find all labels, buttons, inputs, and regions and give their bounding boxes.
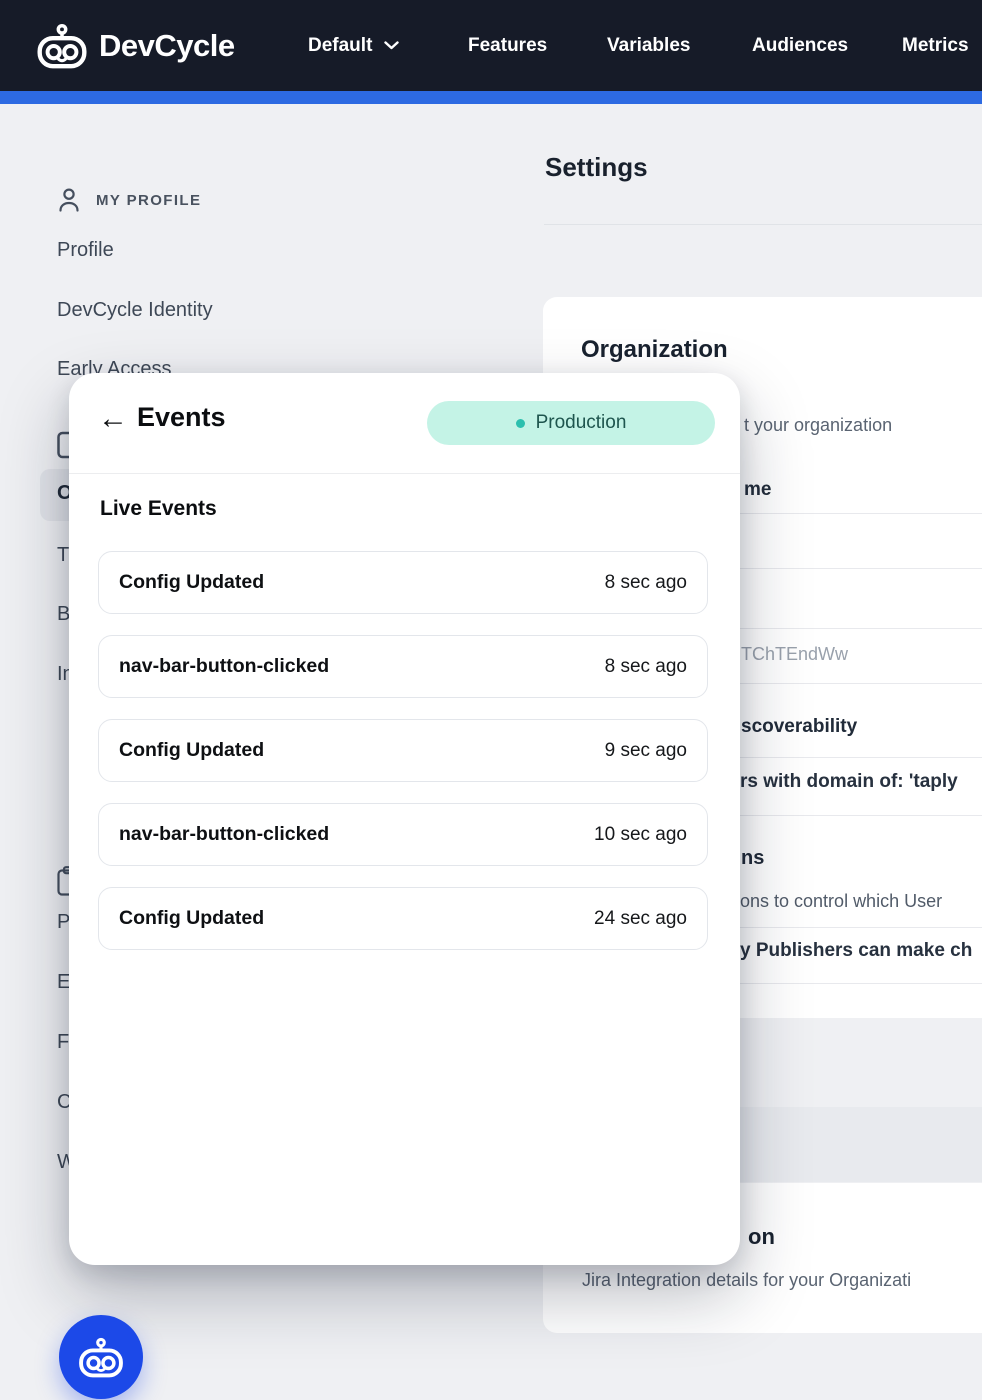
row-divider: [740, 683, 982, 684]
event-row[interactable]: nav-bar-button-clicked 8 sec ago: [98, 635, 708, 698]
brand-name: DevCycle: [99, 28, 235, 64]
sidebar-section-label: MY PROFILE: [96, 192, 201, 209]
domain-fragment: rs with domain of: 'taply: [740, 771, 958, 793]
sidebar-item-profile[interactable]: Profile: [57, 239, 114, 262]
devcycle-assistant-button[interactable]: [59, 1315, 143, 1399]
org-name-label-fragment: me: [744, 479, 771, 501]
permissions-desc-fragment: ons to control which User: [740, 891, 942, 912]
event-name: nav-bar-button-clicked: [119, 655, 329, 678]
discoverability-fragment: scoverability: [741, 716, 857, 738]
publishers-fragment: y Publishers can make ch: [740, 940, 972, 962]
project-selector-label: Default: [308, 35, 372, 57]
nav-item-features[interactable]: Features: [468, 0, 547, 91]
sidebar-section-my-profile: MY PROFILE: [57, 187, 201, 214]
environment-badge[interactable]: Production: [427, 401, 715, 445]
environment-badge-label: Production: [536, 412, 627, 434]
event-time: 8 sec ago: [605, 572, 687, 594]
org-id-fragment: TChTEndWw: [741, 644, 848, 665]
event-name: Config Updated: [119, 907, 264, 930]
chevron-down-icon: [384, 41, 399, 50]
header-divider: [544, 224, 982, 225]
event-time: 24 sec ago: [594, 908, 687, 930]
events-modal: ← Events Production Live Events Config U…: [69, 373, 740, 1265]
organization-card-heading: Organization: [581, 336, 728, 364]
environment-dot-icon: [516, 419, 525, 428]
events-modal-header: ← Events Production: [69, 373, 740, 474]
event-time: 10 sec ago: [594, 824, 687, 846]
nav-item-audiences[interactable]: Audiences: [752, 0, 848, 91]
events-modal-title: Events: [137, 402, 226, 433]
live-events-heading: Live Events: [100, 497, 217, 521]
app-screen: DevCycle Default Features Variables Audi…: [0, 0, 982, 1400]
robot-icon: [76, 1337, 126, 1378]
page-title: Settings: [545, 152, 648, 183]
person-icon: [57, 187, 81, 214]
event-name: Config Updated: [119, 739, 264, 762]
back-button[interactable]: ←: [93, 397, 133, 441]
event-name: Config Updated: [119, 571, 264, 594]
row-divider: [740, 568, 982, 569]
event-row[interactable]: Config Updated 9 sec ago: [98, 719, 708, 782]
nav-item-metrics[interactable]: Metrics: [902, 0, 969, 91]
arrow-left-icon: ←: [98, 402, 128, 436]
event-name: nav-bar-button-clicked: [119, 823, 329, 846]
accent-bar: [0, 91, 982, 104]
brand-logo[interactable]: DevCycle: [34, 0, 235, 91]
row-divider: [740, 513, 982, 514]
row-divider: [740, 628, 982, 629]
event-time: 9 sec ago: [605, 740, 687, 762]
top-nav: DevCycle Default Features Variables Audi…: [0, 0, 982, 91]
permissions-heading-fragment: ns: [741, 847, 764, 870]
jira-heading-fragment: on: [748, 1224, 775, 1250]
event-time: 8 sec ago: [605, 656, 687, 678]
project-selector[interactable]: Default: [308, 0, 399, 91]
row-divider: [740, 815, 982, 816]
row-divider: [740, 757, 982, 758]
org-about-fragment: t your organization: [744, 415, 892, 436]
sidebar-item-f-partial[interactable]: F: [57, 1031, 69, 1054]
row-divider: [740, 983, 982, 984]
event-list: Config Updated 8 sec ago nav-bar-button-…: [98, 551, 708, 971]
devcycle-robot-icon: [34, 23, 90, 69]
jira-desc-fragment: Jira Integration details for your Organi…: [582, 1270, 911, 1291]
sidebar-item-team-partial[interactable]: T: [57, 544, 69, 567]
event-row[interactable]: Config Updated 8 sec ago: [98, 551, 708, 614]
row-divider: [740, 927, 982, 928]
nav-item-variables[interactable]: Variables: [607, 0, 690, 91]
sidebar-item-devcycle-identity[interactable]: DevCycle Identity: [57, 299, 213, 322]
event-row[interactable]: Config Updated 24 sec ago: [98, 887, 708, 950]
event-row[interactable]: nav-bar-button-clicked 10 sec ago: [98, 803, 708, 866]
